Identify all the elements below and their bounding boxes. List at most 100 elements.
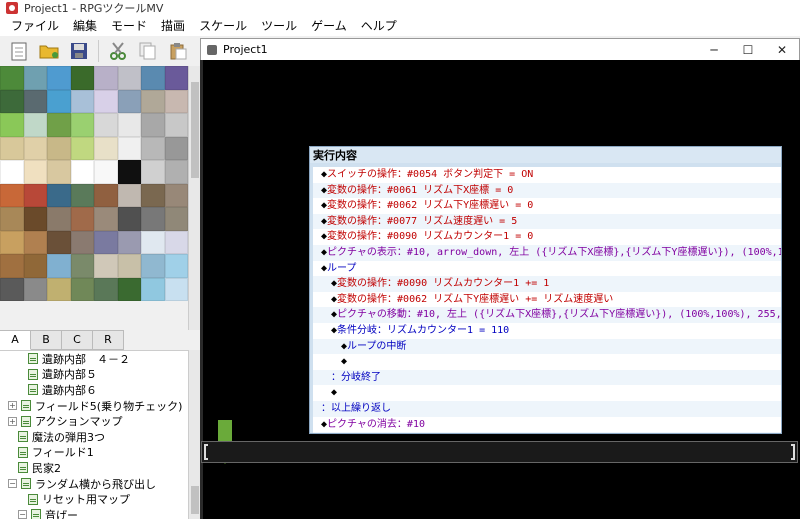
- menu-1[interactable]: 編集: [66, 16, 104, 36]
- map-tree-item[interactable]: 魔法の弾用3つ: [0, 429, 188, 445]
- tile[interactable]: [94, 89, 118, 113]
- tile[interactable]: [23, 136, 47, 160]
- tile[interactable]: [141, 89, 165, 113]
- tile[interactable]: [164, 277, 188, 301]
- menu-2[interactable]: モード: [104, 16, 154, 36]
- tile[interactable]: [94, 254, 118, 278]
- tile[interactable]: [0, 160, 24, 184]
- tile[interactable]: [47, 89, 71, 113]
- map-tree-item[interactable]: + フィールド5(乗り物チェック): [0, 398, 188, 414]
- tile[interactable]: [164, 230, 188, 254]
- tile[interactable]: [23, 254, 47, 278]
- tile[interactable]: [141, 183, 165, 207]
- tile[interactable]: [0, 277, 24, 301]
- map-tree-item[interactable]: + アクションマップ: [0, 413, 188, 429]
- tile[interactable]: [164, 207, 188, 231]
- tab-c[interactable]: C: [62, 330, 93, 350]
- tile[interactable]: [141, 136, 165, 160]
- event-command-line[interactable]: ：分岐終了: [313, 369, 781, 386]
- tile[interactable]: [47, 113, 71, 137]
- tile[interactable]: [47, 207, 71, 231]
- tile[interactable]: [94, 277, 118, 301]
- tile[interactable]: [117, 254, 141, 278]
- tile[interactable]: [0, 89, 24, 113]
- tile[interactable]: [0, 66, 24, 90]
- map-tree-scrollbar[interactable]: [188, 350, 200, 519]
- map-tree-item[interactable]: 民家2: [0, 460, 188, 476]
- tile[interactable]: [94, 160, 118, 184]
- maximize-button[interactable]: ☐: [731, 39, 765, 61]
- tile[interactable]: [47, 66, 71, 90]
- tileset-scrollbar[interactable]: [188, 66, 200, 330]
- event-command-line[interactable]: ◆ループの中断: [313, 338, 781, 355]
- tile[interactable]: [141, 230, 165, 254]
- tree-expander-icon[interactable]: +: [8, 401, 17, 411]
- event-command-line[interactable]: ◆スイッチの操作：#0041 音ゲー下(遅い) = OFF: [313, 432, 781, 433]
- tile[interactable]: [0, 136, 24, 160]
- tree-expander-icon[interactable]: −: [18, 510, 27, 519]
- menu-7[interactable]: ヘルプ: [354, 16, 404, 36]
- tile[interactable]: [141, 113, 165, 137]
- event-command-line[interactable]: ◆変数の操作：#0062 リズム下Y座標遅い += リズム速度遅い: [313, 292, 781, 308]
- tile[interactable]: [70, 66, 94, 90]
- menu-6[interactable]: ゲーム: [304, 16, 354, 36]
- tab-r[interactable]: R: [93, 330, 124, 350]
- map-tree-item[interactable]: 遺跡内部６: [0, 382, 188, 398]
- cut-icon[interactable]: [107, 40, 129, 62]
- tile[interactable]: [70, 113, 94, 137]
- menu-4[interactable]: スケール: [192, 16, 254, 36]
- event-command-list[interactable]: ◆スイッチの操作：#0054 ボタン判定下 = ON ◆変数の操作：#0061 リ…: [313, 167, 781, 433]
- tile[interactable]: [141, 160, 165, 184]
- tile[interactable]: [94, 136, 118, 160]
- map-tree-item[interactable]: フィールド1: [0, 445, 188, 461]
- close-button[interactable]: ✕: [765, 39, 799, 61]
- event-command-line[interactable]: ◆変数の操作：#0061 リズム下X座標 = 0: [313, 182, 781, 199]
- tile[interactable]: [94, 230, 118, 254]
- new-project-icon[interactable]: [8, 40, 30, 62]
- tile[interactable]: [164, 66, 188, 90]
- tile[interactable]: [164, 89, 188, 113]
- tile[interactable]: [23, 230, 47, 254]
- tile[interactable]: [164, 183, 188, 207]
- tile[interactable]: [23, 113, 47, 137]
- event-command-line[interactable]: ◆変数の操作：#0090 リズムカウンター1 += 1: [313, 276, 781, 292]
- tile[interactable]: [94, 207, 118, 231]
- event-command-line[interactable]: ◆条件分岐：リズムカウンター1 = 110: [313, 323, 781, 339]
- tile[interactable]: [117, 66, 141, 90]
- tile[interactable]: [23, 277, 47, 301]
- tile[interactable]: [70, 136, 94, 160]
- tile[interactable]: [47, 136, 71, 160]
- tile[interactable]: [0, 183, 24, 207]
- tile[interactable]: [141, 254, 165, 278]
- tile[interactable]: [70, 89, 94, 113]
- tileset-palette[interactable]: [0, 66, 188, 330]
- event-command-line[interactable]: ◆ピクチャの移動：#10, 左上 ({リズム下X座標},{リズム下Y座標遅い})…: [313, 307, 781, 323]
- tree-expander-icon[interactable]: −: [8, 479, 17, 489]
- tile[interactable]: [94, 113, 118, 137]
- tile[interactable]: [117, 230, 141, 254]
- scrollbar-thumb[interactable]: [191, 486, 199, 514]
- tab-b[interactable]: B: [31, 330, 62, 350]
- event-command-line[interactable]: ◆: [313, 385, 781, 401]
- event-command-line[interactable]: ◆変数の操作：#0062 リズム下Y座標遅い = 0: [313, 198, 781, 214]
- event-command-line[interactable]: ◆変数の操作：#0090 リズムカウンター1 = 0: [313, 229, 781, 245]
- tile[interactable]: [117, 160, 141, 184]
- tile[interactable]: [141, 66, 165, 90]
- tile[interactable]: [47, 160, 71, 184]
- tab-a[interactable]: A: [0, 330, 31, 350]
- tree-expander-icon[interactable]: +: [8, 416, 17, 426]
- event-command-line[interactable]: ◆: [313, 354, 781, 370]
- tile[interactable]: [0, 207, 24, 231]
- tile[interactable]: [117, 89, 141, 113]
- map-tree-item[interactable]: − 音げー: [0, 507, 188, 519]
- tile[interactable]: [23, 207, 47, 231]
- tile[interactable]: [47, 277, 71, 301]
- menu-3[interactable]: 描画: [154, 16, 192, 36]
- tile[interactable]: [70, 160, 94, 184]
- save-project-icon[interactable]: [68, 40, 90, 62]
- event-command-line[interactable]: ◆スイッチの操作：#0054 ボタン判定下 = ON: [313, 167, 781, 183]
- tile[interactable]: [23, 89, 47, 113]
- tile[interactable]: [141, 207, 165, 231]
- tile[interactable]: [70, 277, 94, 301]
- tile[interactable]: [70, 183, 94, 207]
